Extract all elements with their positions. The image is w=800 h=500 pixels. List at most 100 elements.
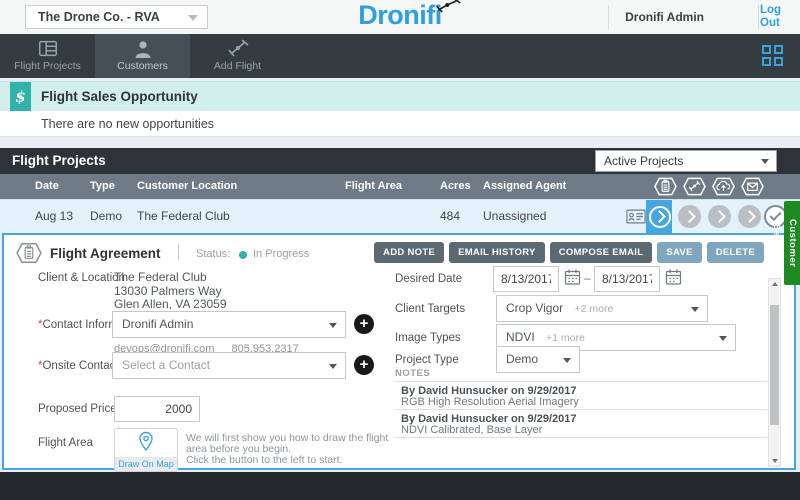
header-divider — [758, 5, 759, 29]
company-selector[interactable]: The Drone Co. - RVA — [25, 5, 208, 29]
note-text: NDVI Calibrated, Base Layer — [401, 424, 542, 436]
add-onsite-contact-button[interactable]: + — [354, 355, 374, 375]
main-nav: Flight Projects Customers Add Flight — [0, 34, 800, 78]
proposed-price-label: Proposed Price — [38, 403, 117, 415]
desired-date-start-input[interactable] — [493, 266, 559, 292]
status-label: Status: — [196, 248, 230, 260]
scrollbar-thumb[interactable] — [770, 305, 779, 425]
proposed-price-input[interactable] — [114, 396, 200, 422]
col-flight-area: Flight Area — [345, 174, 402, 199]
nav-tab-label: Add Flight — [190, 60, 285, 72]
flight-area-label: Flight Area — [38, 437, 93, 449]
title-divider — [178, 244, 179, 260]
date-range-separator: – — [584, 271, 591, 285]
notes-divider — [395, 409, 767, 410]
contact-information-select[interactable]: Dronifi Admin — [112, 311, 346, 338]
nav-tab-label: Customers — [95, 60, 190, 72]
header-action-icons — [654, 175, 764, 198]
col-customer-location: Customer Location — [137, 174, 237, 199]
nav-tab-customers[interactable]: Customers — [95, 34, 190, 78]
footer-bar — [0, 472, 800, 500]
chevron-down-icon — [563, 358, 571, 363]
client-name: The Federal Club — [114, 271, 227, 285]
client-location-label: Client & Location — [38, 272, 125, 284]
row-type: Demo — [90, 200, 122, 233]
step-2-button[interactable] — [678, 205, 701, 228]
projects-filter-select[interactable]: Active Projects — [595, 150, 777, 172]
dollar-icon: $ — [10, 82, 31, 112]
id-card-icon[interactable] — [626, 209, 646, 224]
note-text: RGB High Resolution Aerial Imagery — [401, 396, 579, 408]
contact-selected-value: Dronifi Admin — [122, 317, 193, 331]
desired-date-label: Desired Date — [395, 273, 462, 285]
chevron-down-icon — [691, 307, 699, 312]
flight-agreement-panel: Flight Agreement Status: In Progress ADD… — [2, 233, 796, 470]
email-history-button[interactable]: EMAIL HISTORY — [449, 242, 545, 263]
panel-scrollbar[interactable] — [768, 278, 781, 467]
row-customer-location: The Federal Club — [137, 200, 230, 233]
cloud-upload-hex-icon[interactable] — [712, 175, 735, 198]
col-date: Date — [35, 174, 59, 199]
nav-tab-add-flight[interactable]: Add Flight — [190, 34, 285, 78]
projects-title: Flight Projects — [12, 148, 106, 174]
opportunity-title: Flight Sales Opportunity — [41, 82, 198, 112]
scroll-down-arrow[interactable] — [769, 455, 780, 466]
company-selector-value: The Drone Co. - RVA — [38, 10, 160, 24]
draw-on-map-button[interactable]: Draw On Map — [114, 428, 178, 472]
row-assigned-agent: Unassigned — [483, 200, 546, 233]
client-targets-value: Crop Vigor — [506, 301, 563, 315]
columns-icon — [0, 39, 95, 59]
dronifi-app: The Drone Co. - RVA Dronifi Dronifi Admi… — [0, 0, 800, 500]
notes-divider — [395, 437, 767, 438]
project-type-value: Demo — [506, 352, 538, 366]
onsite-contact-label: *Onsite Contact — [38, 360, 119, 372]
project-type-select[interactable]: Demo — [496, 346, 580, 373]
delete-button[interactable]: DELETE — [707, 242, 764, 263]
clipboard-hex-icon — [16, 240, 42, 266]
notes-header: NOTES — [395, 368, 430, 379]
col-acres: Acres — [440, 174, 471, 199]
step-4-button[interactable] — [738, 205, 761, 228]
chevron-down-icon — [188, 15, 198, 21]
table-row[interactable]: Aug 13 Demo The Federal Club 484 Unassig… — [0, 199, 800, 233]
draw-on-map-label: Draw On Map — [115, 457, 177, 471]
add-contact-button[interactable]: + — [354, 314, 374, 334]
chevron-down-icon — [329, 364, 337, 369]
top-bar: The Drone Co. - RVA Dronifi Dronifi Admi… — [0, 0, 800, 35]
add-note-button[interactable]: ADD NOTE — [374, 242, 444, 263]
notes-divider — [395, 381, 767, 382]
nav-tab-flight-projects[interactable]: Flight Projects — [0, 34, 95, 78]
apps-grid-icon[interactable] — [762, 45, 784, 67]
compose-email-button[interactable]: COMPOSE EMAIL — [550, 242, 653, 263]
step-active-button[interactable] — [646, 200, 672, 233]
envelope-hex-icon[interactable] — [741, 175, 764, 198]
logo-text: Dronifi — [358, 0, 442, 30]
scroll-up-arrow[interactable] — [769, 279, 780, 290]
panel-action-buttons: ADD NOTE EMAIL HISTORY COMPOSE EMAIL SAV… — [374, 242, 764, 263]
drone-hex-icon[interactable] — [683, 175, 706, 198]
project-type-label: Project Type — [395, 354, 459, 366]
chevron-down-icon — [329, 323, 337, 328]
save-button[interactable]: SAVE — [657, 242, 701, 263]
calendar-icon[interactable] — [665, 268, 682, 286]
image-types-label: Image Types — [395, 332, 461, 344]
drone-logo-icon — [436, 0, 462, 14]
onsite-contact-select[interactable]: Select a Contact — [112, 352, 346, 379]
logout-link[interactable]: Log Out — [760, 4, 790, 30]
onsite-selected-value: Select a Contact — [122, 358, 210, 372]
client-location-value: The Federal Club 13030 Palmers Way Glen … — [114, 271, 227, 312]
calendar-icon[interactable] — [564, 268, 581, 286]
flight-projects-bar: Flight Projects Active Projects — [0, 148, 800, 174]
client-targets-select[interactable]: Crop Vigor +2 more — [496, 295, 708, 322]
nav-tab-label: Flight Projects — [0, 60, 95, 72]
step-3-button[interactable] — [708, 205, 731, 228]
customer-service-tab[interactable]: Customer Service — [784, 201, 800, 285]
clipboard-hex-icon[interactable] — [654, 175, 677, 198]
projects-filter-value: Active Projects — [604, 154, 683, 168]
person-icon — [95, 39, 190, 59]
col-assigned-agent: Assigned Agent — [483, 174, 566, 199]
app-logo: Dronifi — [358, 0, 442, 31]
desired-date-end-input[interactable] — [594, 266, 660, 292]
status-dot — [239, 251, 247, 259]
col-type: Type — [90, 174, 115, 199]
